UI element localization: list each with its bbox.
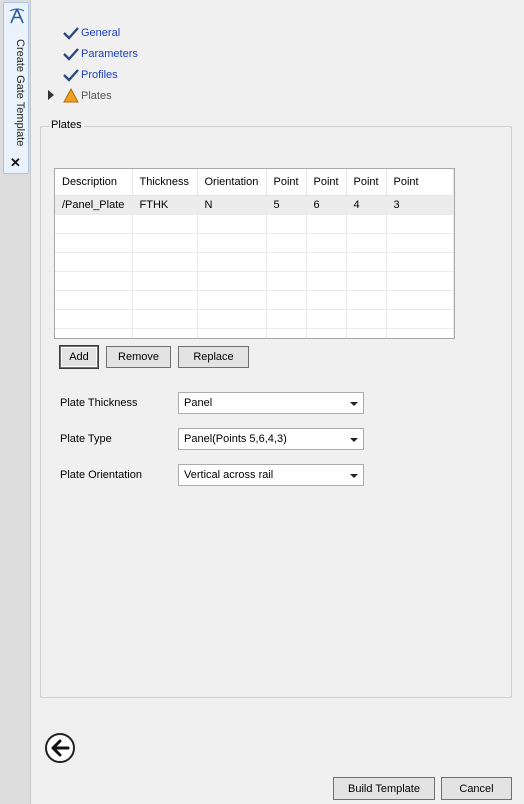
table-cell: FTHK: [132, 195, 198, 215]
column-header[interactable]: Point: [346, 169, 387, 196]
empty-row: [55, 271, 454, 291]
step-parameters[interactable]: Parameters: [63, 43, 138, 64]
column-header[interactable]: Orientation: [197, 169, 267, 196]
chevron-down-icon: [350, 402, 358, 406]
empty-row: [55, 290, 454, 310]
empty-row: [55, 328, 454, 338]
plate-type-label: Plate Type: [60, 433, 112, 445]
side-tab-title: Create Gate Template: [14, 39, 26, 147]
step-parameters-link[interactable]: Parameters: [81, 48, 138, 60]
step-profiles-link[interactable]: Profiles: [81, 69, 118, 81]
build-template-button[interactable]: Build Template: [333, 777, 435, 800]
plate-orientation-label: Plate Orientation: [60, 469, 142, 481]
table-cell: 4: [346, 195, 387, 215]
side-tab-create-gate-template[interactable]: Create Gate Template ✕: [3, 2, 29, 174]
plate-type-value: Panel(Points 5,6,4,3): [184, 433, 287, 445]
check-icon: [63, 46, 79, 62]
wizard-steps: General Parameters Profiles Plates: [48, 22, 138, 106]
check-icon: [63, 25, 79, 41]
check-icon: [63, 67, 79, 83]
empty-row: [55, 252, 454, 272]
cancel-button[interactable]: Cancel: [441, 777, 512, 800]
main-panel: General Parameters Profiles Plates Plate…: [31, 0, 524, 804]
warning-icon: [63, 88, 79, 104]
back-button[interactable]: [45, 733, 75, 763]
plate-thickness-value: Panel: [184, 397, 213, 409]
step-profiles[interactable]: Profiles: [63, 64, 138, 85]
plate-orientation-value: Vertical across rail: [184, 469, 274, 481]
current-step-arrow-icon: [48, 90, 54, 100]
step-general[interactable]: General: [63, 22, 138, 43]
arrow-left-icon: [51, 739, 70, 757]
table-row[interactable]: /Panel_Plate FTHK N 5 6 4 3: [55, 195, 454, 215]
close-icon[interactable]: ✕: [10, 156, 21, 170]
empty-row: [55, 214, 454, 234]
chevron-down-icon: [350, 474, 358, 478]
table-header-row: Description Thickness Orientation Point …: [55, 169, 454, 196]
plate-type-dropdown[interactable]: Panel(Points 5,6,4,3): [178, 428, 364, 450]
side-tab-strip: Create Gate Template ✕: [0, 0, 31, 804]
remove-button[interactable]: Remove: [106, 346, 171, 368]
table-cell: 6: [306, 195, 347, 215]
step-plates[interactable]: Plates: [48, 85, 138, 106]
column-header[interactable]: Point: [306, 169, 347, 196]
replace-button[interactable]: Replace: [178, 346, 249, 368]
plate-orientation-dropdown[interactable]: Vertical across rail: [178, 464, 364, 486]
add-button[interactable]: Add: [60, 346, 98, 368]
table-cell: N: [197, 195, 267, 215]
step-plates-label: Plates: [81, 89, 112, 102]
app-logo-icon: [9, 8, 25, 24]
plates-table[interactable]: Description Thickness Orientation Point …: [54, 168, 455, 339]
empty-row: [55, 233, 454, 253]
column-header[interactable]: Point: [266, 169, 307, 196]
column-header[interactable]: Thickness: [132, 169, 198, 196]
plates-group-title: Plates: [49, 119, 84, 131]
plate-thickness-label: Plate Thickness: [60, 397, 138, 409]
chevron-down-icon: [350, 438, 358, 442]
empty-row: [55, 309, 454, 329]
table-cell: 3: [386, 195, 454, 215]
column-header[interactable]: Point: [386, 169, 454, 196]
column-header[interactable]: Description: [55, 169, 133, 196]
plate-thickness-dropdown[interactable]: Panel: [178, 392, 364, 414]
step-general-link[interactable]: General: [81, 27, 120, 39]
table-cell: 5: [266, 195, 307, 215]
table-cell: /Panel_Plate: [55, 195, 133, 215]
